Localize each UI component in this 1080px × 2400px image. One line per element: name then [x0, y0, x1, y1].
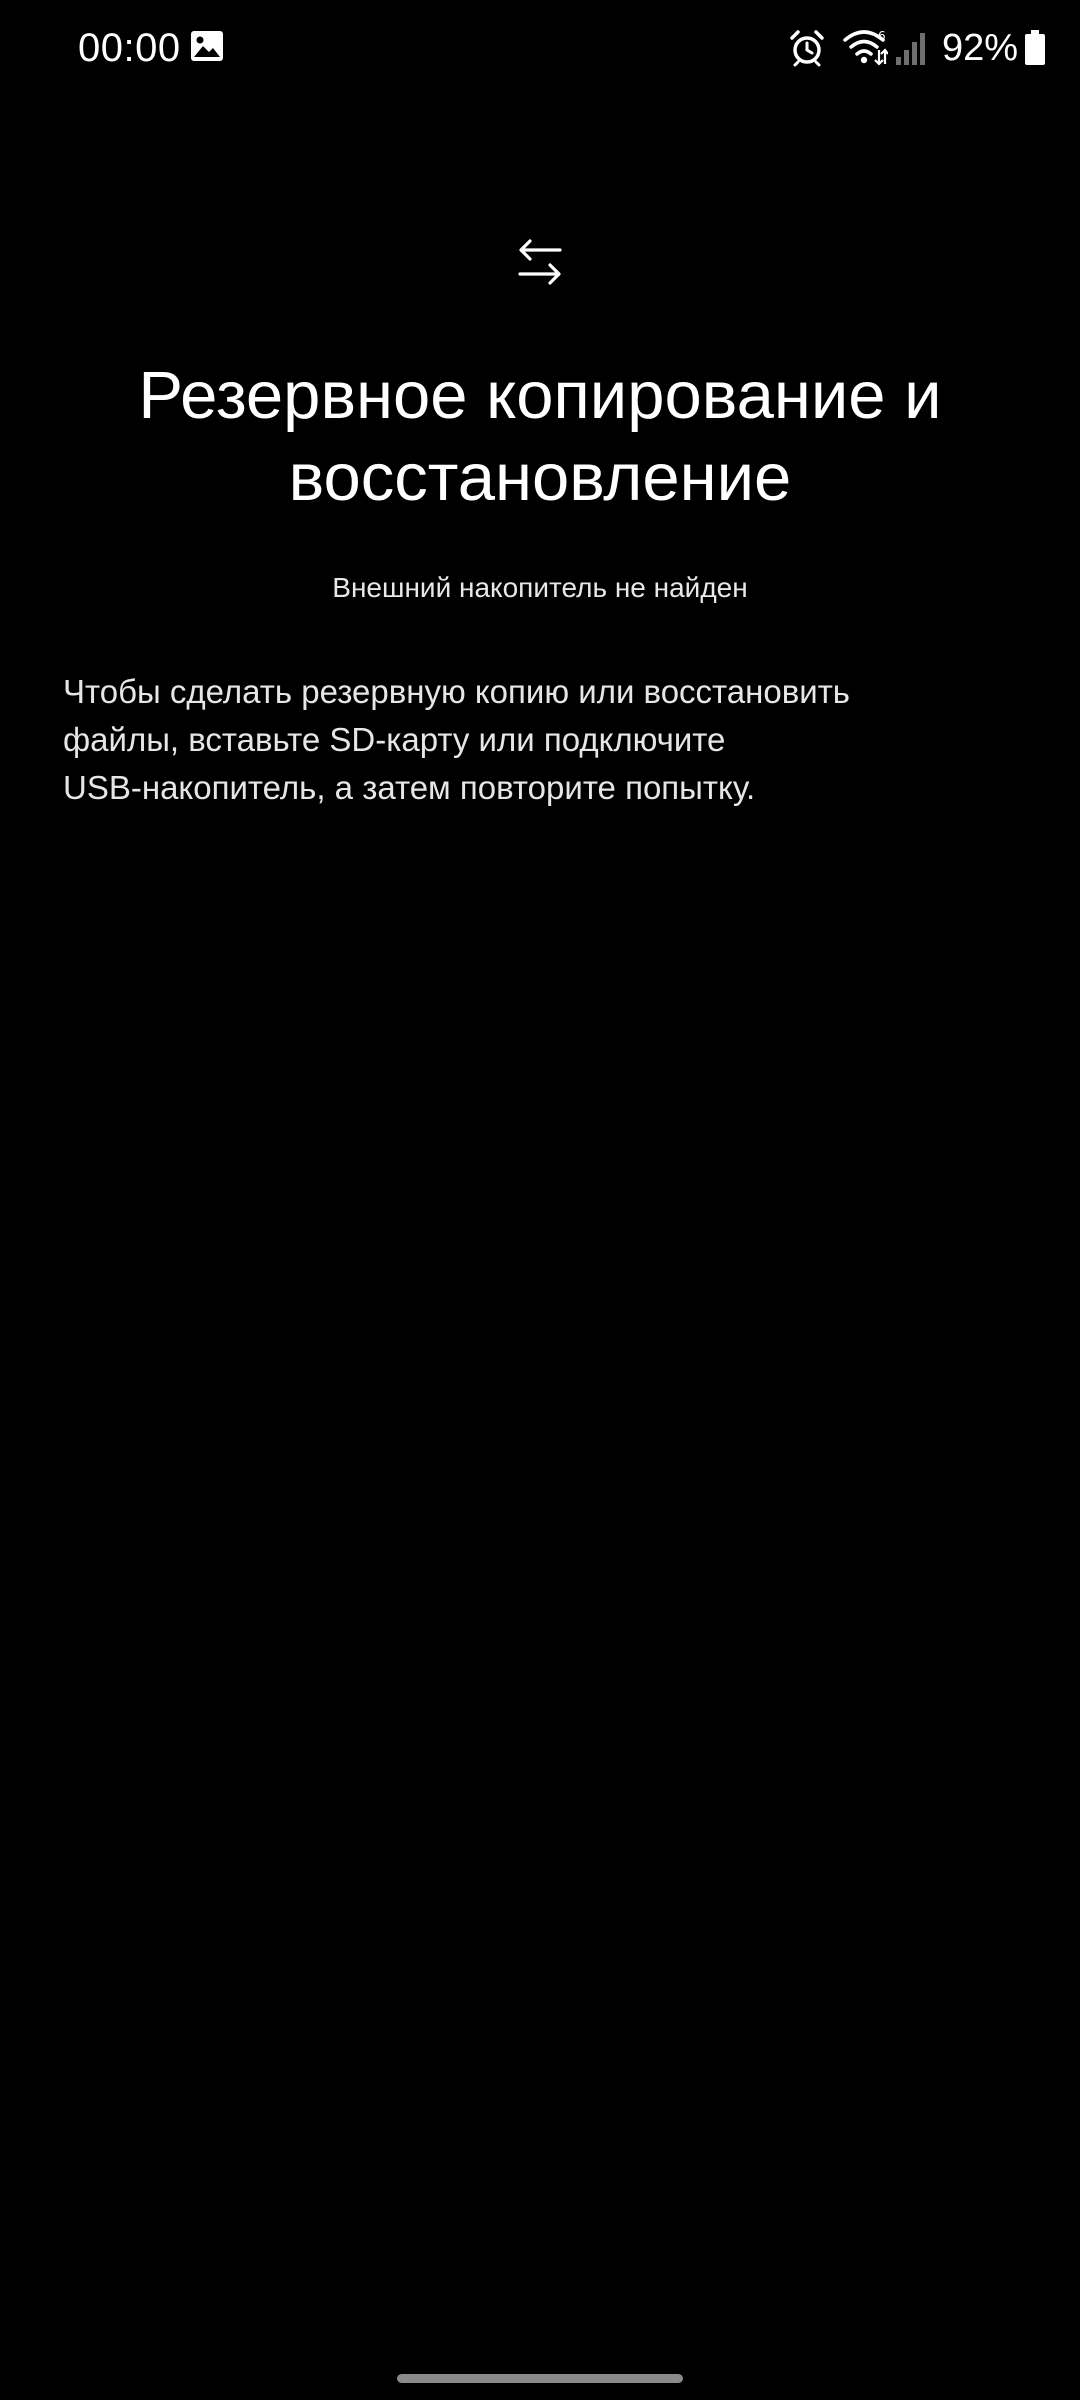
alarm-icon [790, 30, 824, 67]
instructions-text: Чтобы сделать резервную копию или восста… [63, 668, 1013, 812]
gallery-icon [191, 31, 223, 61]
status-time: 00:00 [78, 26, 181, 70]
instructions-line: USB-накопитель, а затем повторите попытк… [63, 769, 756, 806]
navigation-handle[interactable] [397, 2374, 683, 2383]
wifi-icon: 6 [843, 29, 888, 66]
signal-icon [895, 33, 925, 65]
status-bar: 00:00 6 92% [0, 0, 1080, 96]
battery-percent: 92% [941, 27, 1018, 69]
status-message: Внешний накопитель не найден [332, 572, 748, 603]
status-icons: 6 92% [788, 22, 1046, 74]
svg-text:6: 6 [878, 29, 886, 43]
instructions-line: файлы, вставьте SD-карту или подключите [63, 721, 726, 758]
battery-icon [1025, 30, 1045, 65]
page-title: Резервное копирование и восстановление [138, 358, 942, 515]
transfer-arrows-icon [518, 239, 562, 285]
screen: 00:00 6 92% Резервное копирование и восс… [0, 0, 1080, 2400]
instructions-line: Чтобы сделать резервную копию или восста… [63, 673, 851, 710]
